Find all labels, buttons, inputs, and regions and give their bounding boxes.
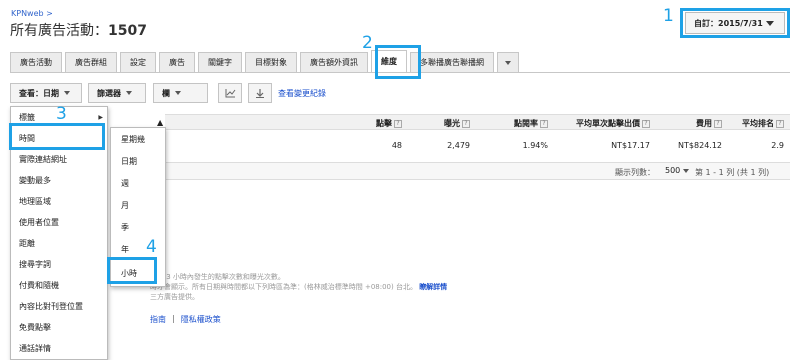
- tab-ad-extensions[interactable]: 廣告額外資訊: [300, 52, 368, 72]
- view-dropdown-button[interactable]: 查看：日期: [10, 83, 82, 103]
- step-2-label: 2: [362, 33, 373, 53]
- col-header-cost-label: 費用: [696, 119, 712, 128]
- more-tabs-button[interactable]: [497, 52, 519, 72]
- page-title-prefix: 所有廣告活動：: [10, 23, 108, 39]
- submenu-item-week[interactable]: 週: [111, 172, 165, 194]
- help-icon[interactable]: ?: [394, 119, 402, 128]
- download-icon: [256, 89, 264, 98]
- view-dropdown-label: 查看：日期: [19, 88, 59, 98]
- menu-item-paid-organic[interactable]: 付費和隨機: [11, 275, 107, 296]
- col-header-ctr-label: 點閱率: [514, 119, 538, 128]
- col-header-clicks-label: 點擊: [376, 119, 392, 128]
- line-chart-icon: [225, 89, 235, 98]
- change-history-link[interactable]: 查看變更紀錄: [278, 88, 326, 99]
- rows-per-page-label: 顯示列數：: [615, 168, 655, 177]
- help-icon[interactable]: ?: [462, 119, 470, 128]
- columns-dropdown-button[interactable]: 欄: [153, 83, 208, 103]
- columns-dropdown-label: 欄: [162, 88, 170, 98]
- chevron-down-icon: [64, 91, 70, 95]
- tab-ad-groups[interactable]: 廣告群組: [65, 52, 117, 72]
- filter-dropdown-button[interactable]: 篩選器: [88, 83, 146, 103]
- campaign-count: 1507: [108, 23, 147, 39]
- step-4-label: 4: [146, 237, 157, 257]
- tab-campaigns[interactable]: 廣告活動: [10, 52, 62, 72]
- menu-item-top-movers[interactable]: 變動最多: [11, 170, 107, 191]
- footer-links: 指南 | 隱私權政策: [150, 314, 221, 325]
- col-header-avg-cpc[interactable]: 平均單次點擊出價?: [576, 118, 650, 129]
- breadcrumb[interactable]: KPNweb >: [11, 9, 53, 18]
- filter-dropdown-label: 篩選器: [97, 88, 121, 98]
- col-header-ctr[interactable]: 點閱率?: [514, 118, 548, 129]
- submenu-item-month[interactable]: 月: [111, 194, 165, 216]
- help-icon[interactable]: ?: [642, 119, 650, 128]
- chevron-down-icon: [175, 91, 181, 95]
- step-3-label: 3: [56, 104, 67, 124]
- cell-cost: NT$824.12: [678, 141, 722, 150]
- note-line-2-text: 時才會顯示。所有日期與時間都以下列時區為準：(格林威治標準時間 +08:00) …: [150, 283, 417, 291]
- help-icon[interactable]: ?: [714, 119, 722, 128]
- col-header-avg-cpc-label: 平均單次點擊出價: [576, 119, 640, 128]
- guide-link[interactable]: 指南: [150, 314, 166, 325]
- menu-item-destination-url[interactable]: 實際連結網址: [11, 149, 107, 170]
- col-header-impressions[interactable]: 曝光?: [444, 118, 470, 129]
- col-header-cost[interactable]: 費用?: [696, 118, 722, 129]
- menu-item-search-terms[interactable]: 搜尋字詞: [11, 254, 107, 275]
- cell-clicks: 48: [391, 141, 402, 150]
- note-line-3: 三方廣告提供。: [150, 293, 199, 301]
- menu-item-labels-text: 標籤: [19, 113, 35, 122]
- note-line-1: 括前 3 小時內發生的點擊次數和曝光次數。: [150, 273, 285, 281]
- chevron-right-icon: ▶: [98, 114, 103, 121]
- table-footer: 顯示列數： 500 第 1 - 1 列 (共 1 列): [165, 162, 790, 180]
- pagination-range: 第 1 - 1 列 (共 1 列): [695, 168, 770, 177]
- tab-ads[interactable]: 廣告: [159, 52, 195, 72]
- menu-item-geographic[interactable]: 地理區域: [11, 191, 107, 212]
- page-title: 所有廣告活動：1507: [10, 20, 147, 40]
- chart-toggle-button[interactable]: [218, 83, 242, 103]
- menu-item-placements[interactable]: 內容比對刊登位置: [11, 296, 107, 317]
- tab-display-network[interactable]: 多聯播廣告聯播網: [410, 52, 494, 72]
- step-1-label: 1: [663, 6, 674, 26]
- submenu-item-quarter[interactable]: 季: [111, 216, 165, 238]
- tab-keywords[interactable]: 關鍵字: [198, 52, 242, 72]
- caret-down-icon: [766, 21, 774, 26]
- cell-avg-cpc: NT$17.17: [611, 141, 650, 150]
- col-header-avg-position-label: 平均排名: [742, 119, 774, 128]
- sort-up-icon[interactable]: ▲: [157, 118, 163, 127]
- download-button[interactable]: [248, 83, 272, 103]
- table-header-row: ▲ 點擊? 曝光? 點閱率? 平均單次點擊出價? 費用? 平均排名?: [157, 114, 790, 130]
- menu-item-free-clicks[interactable]: 免費點擊: [11, 317, 107, 338]
- col-header-impressions-label: 曝光: [444, 119, 460, 128]
- rows-per-page-select[interactable]: 500: [665, 166, 690, 175]
- tab-settings[interactable]: 設定: [120, 52, 156, 72]
- submenu-item-day[interactable]: 日期: [111, 150, 165, 172]
- tab-bar: 廣告活動 廣告群組 設定 廣告 關鍵字 目標對象 廣告額外資訊 維度 多聯播廣告…: [10, 50, 522, 72]
- col-header-avg-position[interactable]: 平均排名?: [742, 118, 784, 129]
- chevron-down-icon: [683, 168, 690, 173]
- menu-item-distance[interactable]: 距離: [11, 233, 107, 254]
- step-3-highlight: [9, 123, 105, 150]
- cell-avg-position: 2.9: [771, 141, 784, 150]
- step-4-highlight: [107, 257, 157, 284]
- rows-per-page-value: 500: [665, 166, 681, 175]
- submenu-item-day-of-week[interactable]: 星期幾: [111, 128, 165, 150]
- privacy-policy-link[interactable]: 隱私權政策: [181, 314, 221, 325]
- menu-item-call-details[interactable]: 通話詳情: [11, 338, 107, 359]
- note-line-2: 時才會顯示。所有日期與時間都以下列時區為準：(格林威治標準時間 +08:00) …: [150, 282, 447, 292]
- learn-more-link[interactable]: 瞭解詳情: [419, 283, 447, 291]
- help-icon[interactable]: ?: [776, 119, 784, 128]
- tab-audiences[interactable]: 目標對象: [245, 52, 297, 72]
- chevron-down-icon: [505, 60, 511, 65]
- chevron-down-icon: [126, 91, 132, 95]
- col-header-clicks[interactable]: 點擊?: [376, 118, 402, 129]
- step-2-highlight: [375, 45, 421, 79]
- date-range-label: 自訂：2015/7/31: [694, 18, 763, 28]
- table-row: 48 2,479 1.94% NT$17.17 NT$824.12 2.9: [165, 138, 790, 154]
- date-range-picker[interactable]: 自訂：2015/7/31: [685, 12, 785, 34]
- footer-separator: |: [172, 314, 175, 323]
- cell-ctr: 1.94%: [522, 141, 548, 150]
- help-icon[interactable]: ?: [540, 119, 548, 128]
- menu-item-user-location[interactable]: 使用者位置: [11, 212, 107, 233]
- cell-impressions: 2,479: [447, 141, 470, 150]
